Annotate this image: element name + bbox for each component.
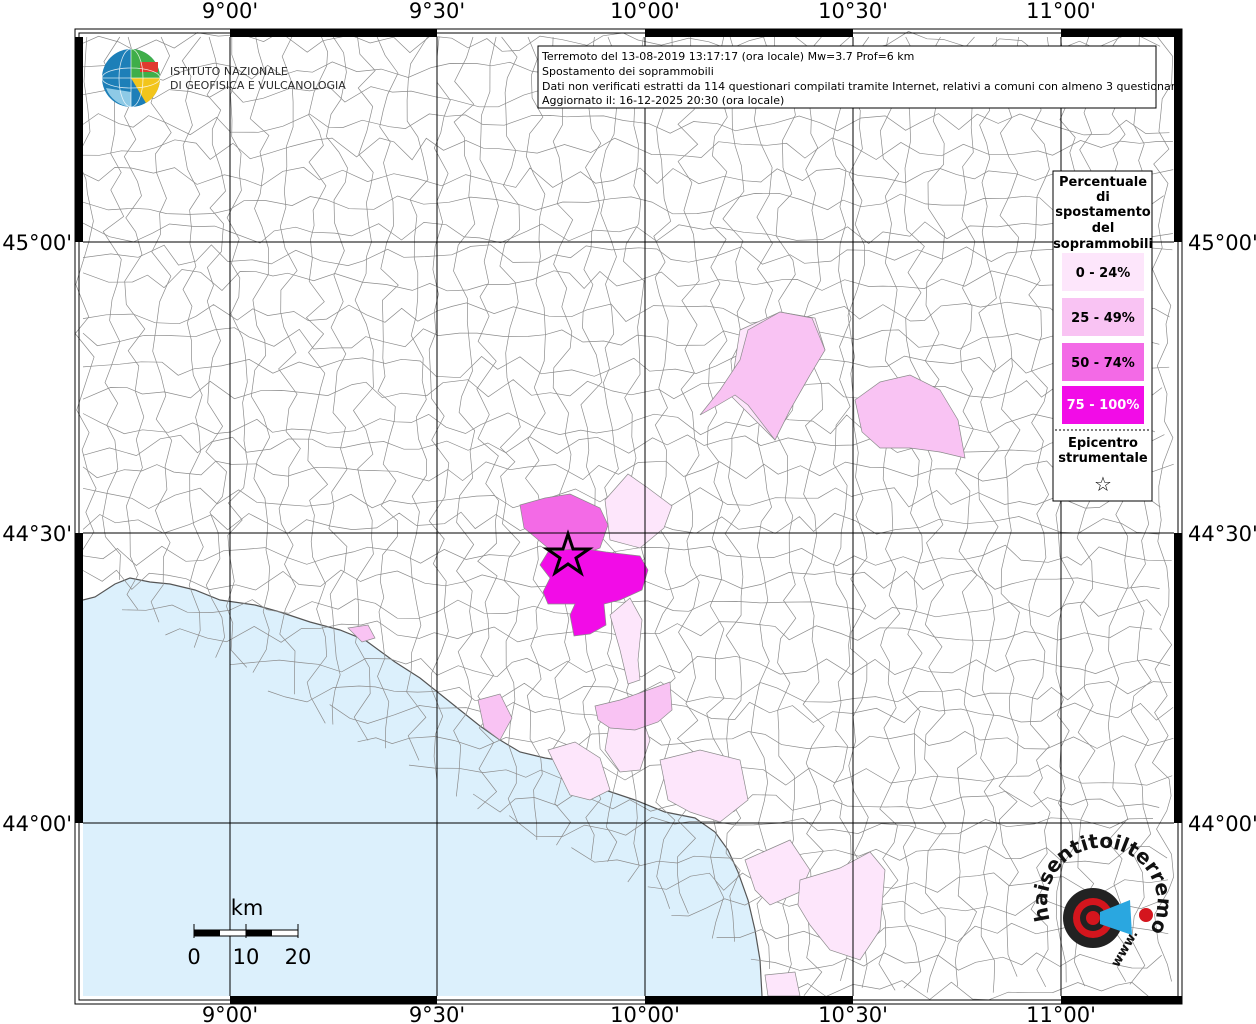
legend-epicenter-line: Epicentro [1068, 436, 1138, 451]
lat-label: 45°00' [2, 231, 72, 255]
legend-label-25-49: 25 - 49% [1071, 311, 1135, 326]
info-updated: Aggiornato il: 16-12-2025 20:30 (ora loc… [542, 94, 784, 107]
scale-tick-label: 0 [187, 945, 200, 969]
info-event-line: Terremoto del 13-08-2019 13:17:17 (ora l… [541, 50, 914, 63]
question-icon [1139, 908, 1153, 922]
longitude-labels-top: 9°00' 9°30' 10°00' 10°30' 11°00' [202, 0, 1096, 23]
legend-title-line: soprammobili [1053, 237, 1153, 252]
lat-label: 44°30' [1188, 522, 1256, 546]
lon-label: 9°00' [202, 1003, 258, 1024]
lat-label: 44°00' [2, 812, 72, 836]
lon-label: 11°00' [1026, 0, 1096, 23]
legend-title-line: spostamento [1055, 205, 1151, 220]
lat-label: 44°30' [2, 522, 72, 546]
latitude-labels-right: 45°00' 44°30' 44°00' [1188, 231, 1256, 836]
lon-label: 10°30' [818, 1003, 888, 1024]
legend-title-line: Percentuale [1059, 175, 1147, 190]
legend-label-75-100: 75 - 100% [1067, 398, 1140, 413]
ingv-logo-line1: ISTITUTO NAZIONALE [170, 65, 288, 78]
info-parameter-line: Spostamento dei soprammobili [542, 65, 714, 78]
latitude-labels-left: 45°00' 44°30' 44°00' [2, 231, 72, 836]
scale-tick-label: 20 [285, 945, 312, 969]
legend-title-line: di [1096, 190, 1110, 205]
lat-label: 45°00' [1188, 231, 1256, 255]
legend-star-icon: ☆ [1094, 472, 1112, 496]
longitude-labels-bottom: 9°00' 9°30' 10°00' 10°30' 11°00' [202, 1003, 1096, 1024]
lon-label: 10°00' [610, 0, 680, 23]
legend-title-line: del [1092, 221, 1115, 236]
macroseismic-map: 9°00' 9°30' 10°00' 10°30' 11°00' 9°00' 9… [0, 0, 1256, 1024]
legend-epicenter-line: strumentale [1058, 451, 1148, 466]
ingv-logo-line2: DI GEOFISICA E VULCANOLOGIA [170, 79, 346, 92]
lon-label: 10°30' [818, 0, 888, 23]
lon-label: 9°00' [202, 0, 258, 23]
lon-label: 10°00' [610, 1003, 680, 1024]
legend-label-50-74: 50 - 74% [1071, 356, 1135, 371]
lon-label: 9°30' [409, 1003, 465, 1024]
municipality-class-0-24 [764, 971, 801, 997]
scale-tick-label: 10 [233, 945, 260, 969]
info-data-note: Dati non verificati estratti da 114 ques… [542, 80, 1182, 93]
event-info-box: Terremoto del 13-08-2019 13:17:17 (ora l… [537, 45, 1182, 109]
legend: Percentuale di spostamento del soprammob… [1052, 170, 1153, 502]
lon-label: 11°00' [1026, 1003, 1096, 1024]
lat-label: 44°00' [1188, 812, 1256, 836]
scale-unit: km [231, 896, 264, 920]
legend-label-0-24: 0 - 24% [1076, 266, 1131, 281]
lon-label: 9°30' [409, 0, 465, 23]
